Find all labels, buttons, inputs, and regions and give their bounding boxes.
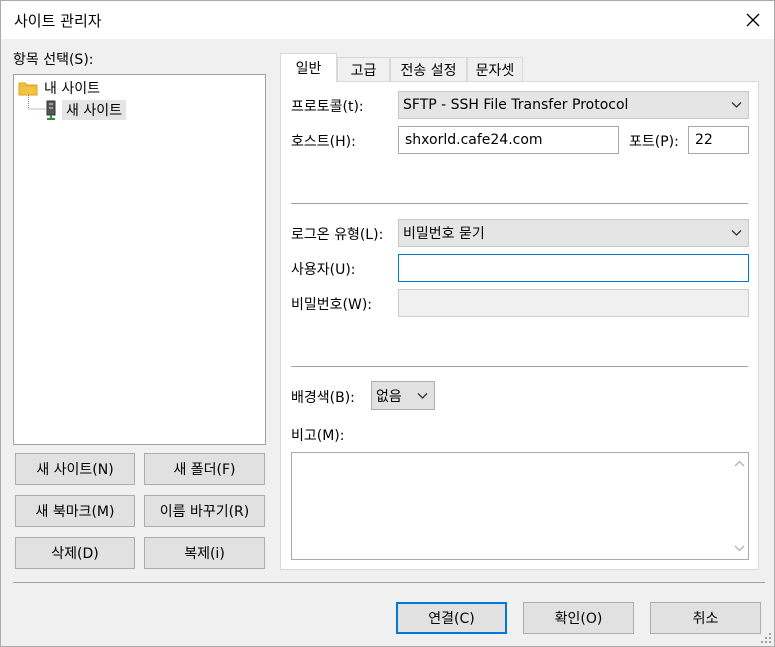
tree-item-label: 내 사이트 [44,81,100,97]
chevron-down-icon [417,392,428,399]
new-bookmark-button[interactable]: 새 북마크(M) [15,495,135,527]
chevron-up-icon [734,460,745,467]
close-button[interactable] [737,5,769,35]
window-title: 사이트 관리자 [14,12,102,30]
chevron-down-icon [734,545,745,552]
protocol-label: 프로토콜(t): [291,99,364,115]
connect-button[interactable]: 연결(C) [396,602,507,634]
title-bar: 사이트 관리자 [1,1,774,39]
user-label: 사용자(U): [291,262,356,278]
tab-charset[interactable]: 문자셋 [467,57,523,82]
logon-type-select[interactable]: 비밀번호 묻기 [398,219,749,247]
separator [291,203,748,204]
rename-button[interactable]: 이름 바꾸기(R) [144,495,265,527]
tree-item-new-site[interactable]: 새 사이트 [44,100,126,120]
separator [291,366,748,367]
tab-general[interactable]: 일반 [280,53,337,82]
server-icon [46,100,56,120]
tab-transfer-settings[interactable]: 전송 설정 [390,57,467,82]
chevron-down-icon [731,230,742,236]
new-site-button[interactable]: 새 사이트(N) [15,453,135,485]
scrollbar[interactable] [731,453,748,559]
chevron-down-icon [731,102,742,108]
port-label: 포트(P): [629,134,679,150]
logon-type-value: 비밀번호 묻기 [403,226,485,242]
delete-button[interactable]: 삭제(D) [15,537,135,569]
background-color-label: 배경색(B): [291,390,355,406]
site-manager-dialog: 사이트 관리자 항목 선택(S): 내 사이트 새 사이트 새 사이트(N) 새… [0,0,775,647]
duplicate-button[interactable]: 복제(i) [144,537,265,569]
background-color-select[interactable]: 없음 [371,381,435,410]
protocol-value: SFTP - SSH File Transfer Protocol [403,97,629,113]
resize-grip-icon[interactable] [760,632,772,644]
password-label: 비밀번호(W): [291,297,373,313]
select-entry-label: 항목 선택(S): [13,52,94,68]
comments-label: 비고(M): [291,428,345,444]
logon-type-label: 로그온 유형(L): [291,227,384,243]
background-color-value: 없음 [376,388,402,405]
password-input [398,289,749,317]
protocol-select[interactable]: SFTP - SSH File Transfer Protocol [398,91,749,119]
host-label: 호스트(H): [291,134,356,150]
cancel-button[interactable]: 취소 [650,602,761,634]
user-input[interactable] [398,254,749,282]
close-icon [746,13,760,27]
host-input[interactable] [398,126,619,154]
new-folder-button[interactable]: 새 폴더(F) [144,453,265,485]
scroll-down-button[interactable] [731,540,748,557]
comments-textarea[interactable] [291,452,749,560]
ok-button[interactable]: 확인(O) [523,602,634,634]
tree-item-label: 새 사이트 [62,100,126,120]
scroll-up-button[interactable] [731,455,748,472]
folder-icon [18,82,38,96]
tab-advanced[interactable]: 고급 [337,57,390,82]
port-input[interactable] [688,126,749,154]
site-tree[interactable]: 내 사이트 새 사이트 [13,74,266,445]
footer-separator [13,582,765,583]
